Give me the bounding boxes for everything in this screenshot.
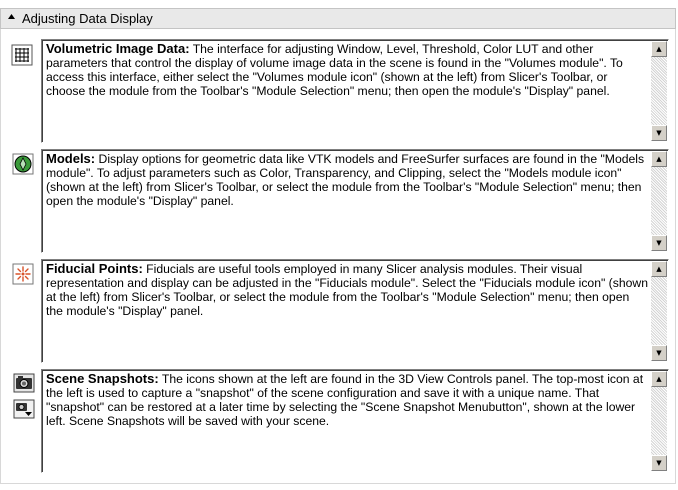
scroll-up-button[interactable]: ▲ bbox=[651, 151, 667, 167]
scroll-up-button[interactable]: ▲ bbox=[651, 41, 667, 57]
volumes-heading: Volumetric Image Data: bbox=[46, 41, 190, 56]
panel-header[interactable]: Adjusting Data Display bbox=[0, 8, 676, 29]
volumes-module-icon bbox=[11, 44, 33, 66]
scroll-up-button[interactable]: ▲ bbox=[651, 261, 667, 277]
camera-snapshot-icon bbox=[13, 373, 35, 395]
volumes-description-box[interactable]: Volumetric Image Data: The interface for… bbox=[41, 39, 669, 143]
models-scrollbar[interactable]: ▲ ▼ bbox=[651, 151, 667, 251]
fiducials-scrollbar[interactable]: ▲ ▼ bbox=[651, 261, 667, 361]
fiducials-description-box[interactable]: Fiducial Points: Fiducials are useful to… bbox=[41, 259, 669, 363]
collapse-triangle-icon[interactable] bbox=[7, 12, 16, 21]
fiducials-module-icon bbox=[12, 263, 34, 285]
scroll-down-button[interactable]: ▼ bbox=[651, 235, 667, 251]
volumes-scrollbar[interactable]: ▲ ▼ bbox=[651, 41, 667, 141]
snapshots-heading: Scene Snapshots: bbox=[46, 371, 159, 386]
panel-body: Volumetric Image Data: The interface for… bbox=[0, 29, 676, 484]
scene-snapshot-menubutton-icon bbox=[13, 399, 35, 421]
models-body: Display options for geometric data like … bbox=[46, 152, 645, 208]
scroll-down-button[interactable]: ▼ bbox=[651, 345, 667, 361]
scroll-up-button[interactable]: ▲ bbox=[651, 371, 667, 387]
models-description: Models: Display options for geometric da… bbox=[46, 151, 649, 209]
panel-title: Adjusting Data Display bbox=[22, 11, 153, 26]
snapshots-description: Scene Snapshots: The icons shown at the … bbox=[46, 371, 649, 429]
models-description-box[interactable]: Models: Display options for geometric da… bbox=[41, 149, 669, 253]
fiducials-heading: Fiducial Points: bbox=[46, 261, 143, 276]
models-heading: Models: bbox=[46, 151, 96, 166]
scroll-down-button[interactable]: ▼ bbox=[651, 455, 667, 471]
scroll-down-button[interactable]: ▼ bbox=[651, 125, 667, 141]
snapshots-description-box[interactable]: Scene Snapshots: The icons shown at the … bbox=[41, 369, 669, 473]
fiducials-description: Fiducial Points: Fiducials are useful to… bbox=[46, 261, 649, 319]
models-module-icon bbox=[12, 153, 34, 175]
volumes-description: Volumetric Image Data: The interface for… bbox=[46, 41, 649, 99]
snapshots-scrollbar[interactable]: ▲ ▼ bbox=[651, 371, 667, 471]
